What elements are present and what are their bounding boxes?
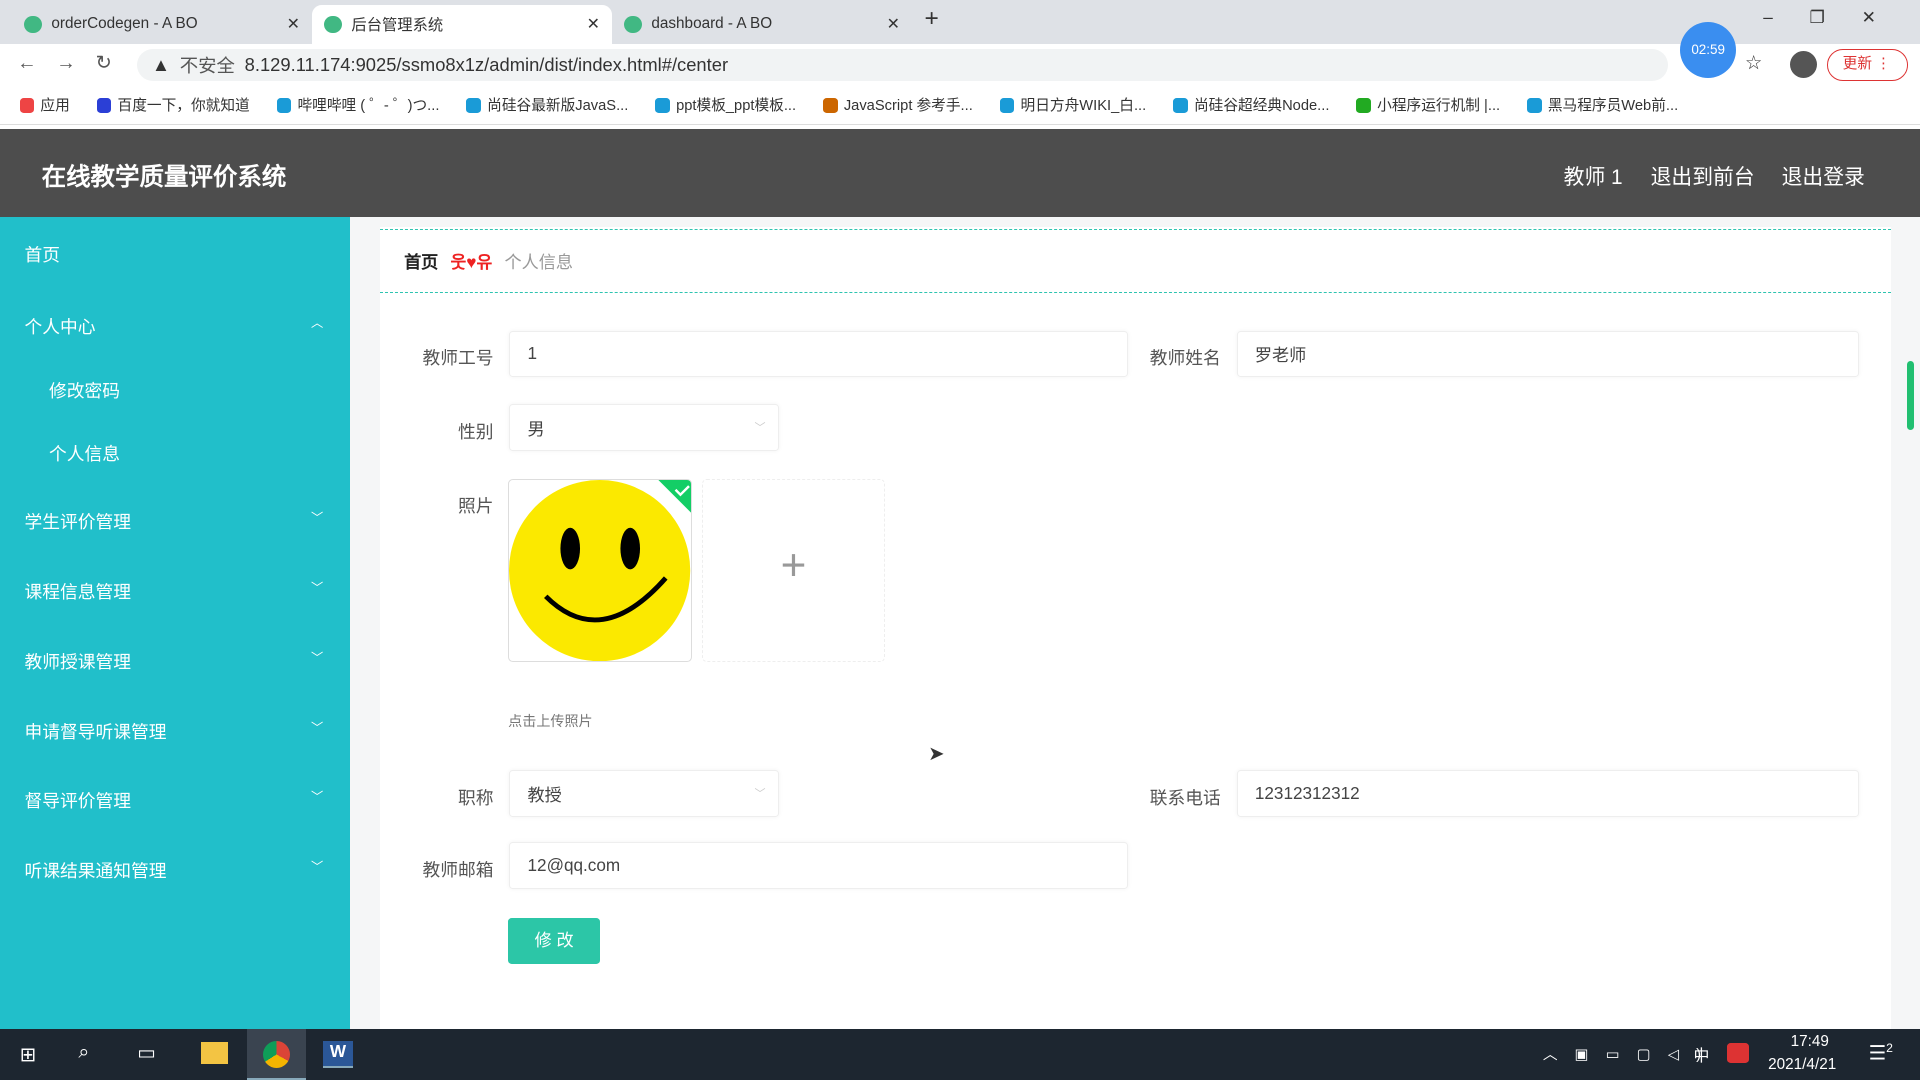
close-tab-icon[interactable]: ✕ (587, 14, 600, 34)
sidebar-item-student-eval[interactable]: 学生评价管理 ﹀ (0, 508, 350, 534)
title-label: 职称 (457, 787, 494, 808)
notification-icon[interactable]: ☰2 (1869, 1041, 1893, 1066)
bookmark[interactable]: 黑马程序员Web前... (1527, 94, 1678, 115)
upload-plus-button[interactable]: + (701, 478, 886, 663)
submit-button[interactable]: 修 改 (508, 918, 600, 964)
phone-input[interactable]: 12312312312 (1236, 770, 1859, 817)
phone-label: 联系电话 (1149, 787, 1221, 808)
chevron-up-icon: ︿ (311, 316, 324, 331)
breadcrumb: 首页 웃♥유 个人信息 (379, 228, 1891, 293)
timer-badge[interactable]: 02:59 (1680, 22, 1737, 79)
update-button[interactable]: 更新 ⋮ (1826, 48, 1908, 81)
title-select[interactable]: 教授 ﹀ (509, 770, 779, 817)
url-field[interactable]: ▲ 不安全 8.129.11.174:9025/ssmo8x1z/admin/dis… (137, 48, 1668, 81)
file-explorer-icon[interactable] (200, 1042, 228, 1065)
bookmark[interactable]: JavaScript 参考手... (823, 94, 973, 115)
app-header: 在线教学质量评价系统 教师 1 退出到前台 退出登录 (0, 128, 1920, 217)
breadcrumb-home[interactable]: 首页 (404, 248, 438, 273)
email-label: 教师邮箱 (422, 859, 494, 880)
breadcrumb-current: 个人信息 (504, 252, 573, 273)
system-tray-icons[interactable]: ︿▣▭▢◁) (1543, 1043, 1718, 1064)
user-name: 教师 1 (1563, 166, 1623, 190)
vue-icon (24, 15, 42, 34)
vue-icon (324, 15, 342, 34)
chevron-down-icon: ﹀ (754, 788, 766, 801)
mouse-cursor: ➤ (928, 743, 945, 766)
scrollbar-thumb[interactable] (1906, 361, 1914, 430)
front-link[interactable]: 退出到前台 (1651, 160, 1755, 190)
address-bar-row: ←→↻ ▲ 不安全 8.129.11.174:9025/ssmo8x1z/admin… (0, 22, 1920, 86)
close-tab-icon[interactable]: ✕ (887, 14, 900, 34)
nav-buttons[interactable]: ←→↻ (17, 51, 131, 75)
chevron-down-icon: ﹀ (311, 580, 324, 595)
sidebar-item-supervision-apply[interactable]: 申请督导听课管理 ﹀ (0, 718, 350, 744)
warning-icon: ▲ (151, 53, 170, 75)
sogou-icon[interactable] (1726, 1043, 1749, 1063)
photo-thumbnail[interactable] (508, 478, 692, 663)
teacher-name-input[interactable]: 罗老师 (1236, 330, 1859, 378)
logout-link[interactable]: 退出登录 (1782, 160, 1865, 190)
sidebar-item-change-password[interactable]: 修改密码 (0, 377, 350, 403)
url-text: 8.129.11.174:9025/ssmo8x1z/admin/dist/in… (244, 53, 729, 75)
bookmark[interactable]: 百度一下，你就知道 (96, 94, 250, 115)
teacher-name-label: 教师姓名 (1149, 348, 1221, 369)
bookmark[interactable]: ppt模板_ppt模板... (655, 94, 796, 115)
clock-time[interactable]: 17:49 (1785, 1033, 1834, 1051)
word-icon[interactable]: W (323, 1040, 353, 1068)
tab-ordercodegen[interactable]: orderCodegen - A BO ✕ (12, 5, 312, 44)
breadcrumb-separator: 웃♥유 (450, 252, 493, 273)
task-view-icon[interactable]: ▭ (137, 1041, 156, 1065)
browser-tab-bar: orderCodegen - A BO ✕ 后台管理系统 ✕ dashboard -… (0, 0, 1920, 45)
ime-indicator[interactable]: 中 (1693, 1043, 1709, 1066)
sidebar-item-personal-center[interactable]: 个人中心 ︿ (0, 313, 350, 339)
chevron-down-icon: ﹀ (311, 720, 324, 735)
teacher-id-label: 教师工号 (422, 348, 494, 369)
security-label: 不安全 (179, 54, 235, 76)
clock-date[interactable]: 2021/4/21 (1768, 1056, 1836, 1074)
sidebar-item-supervision-eval[interactable]: 督导评价管理 ﹀ (0, 787, 350, 813)
email-input[interactable]: 12@qq.com (509, 842, 1128, 889)
chevron-down-icon: ﹀ (311, 860, 324, 875)
photo-label: 照片 (457, 496, 494, 517)
bookmark[interactable]: 明日方舟WIKI_白... (999, 94, 1146, 115)
window-controls[interactable]: –❐✕ (1763, 7, 1912, 28)
sidebar-item-teaching[interactable]: 教师授课管理 ﹀ (0, 648, 350, 674)
bookmark[interactable]: 哔哩哔哩 ( ゜- ゜)つ... (276, 94, 439, 115)
app-title: 在线教学质量评价系统 (41, 163, 287, 191)
search-icon[interactable]: ⌕ (78, 1041, 89, 1064)
vue-icon (624, 15, 642, 34)
chrome-icon (263, 1040, 291, 1068)
star-icon[interactable]: ☆ (1745, 51, 1763, 75)
chevron-down-icon: ﹀ (754, 422, 766, 435)
chevron-down-icon: ﹀ (311, 650, 324, 665)
bookmark[interactable]: 尚硅谷超经典Node... (1173, 94, 1329, 115)
taskbar: ⊞ ⌕ ▭ W ︿▣▭▢◁) 中 17:49 2021/4/21 ☰2 (0, 1028, 1920, 1080)
tab-dashboard[interactable]: dashboard - A BO ✕ (612, 5, 912, 44)
windows-start-icon[interactable]: ⊞ (20, 1043, 36, 1067)
bookmarks-bar: 应用 百度一下，你就知道 哔哩哔哩 ( ゜- ゜)つ... 尚硅谷最新版Java… (0, 85, 1920, 125)
smiley-image (509, 479, 691, 661)
chevron-down-icon: ﹀ (311, 511, 324, 526)
photo-hint: 点击上传照片 (508, 713, 593, 730)
new-tab-button[interactable]: + (924, 5, 938, 33)
tab-admin[interactable]: 后台管理系统 ✕ (312, 4, 613, 45)
gender-label: 性别 (457, 421, 494, 442)
gender-select[interactable]: 男 ﹀ (509, 404, 779, 451)
bookmark[interactable]: 尚硅谷最新版JavaS... (466, 94, 628, 115)
chevron-down-icon: ﹀ (311, 790, 324, 805)
chrome-taskbar-button[interactable] (247, 1028, 307, 1080)
sidebar-item-personal-info[interactable]: 个人信息 (0, 440, 350, 466)
sidebar-item-course[interactable]: 课程信息管理 ﹀ (0, 578, 350, 604)
sidebar: 首页 个人中心 ︿ 修改密码 个人信息 学生评价管理 ﹀ 课程信息管理 ﹀ 教师授课管… (0, 216, 351, 1029)
teacher-id-input[interactable]: 1 (509, 330, 1128, 378)
sidebar-item-result-notice[interactable]: 听课结果通知管理 ﹀ (0, 857, 350, 883)
bookmark[interactable]: 应用 (19, 94, 70, 115)
sidebar-item-home[interactable]: 首页 (0, 241, 350, 267)
bookmark[interactable]: 小程序运行机制 |... (1356, 94, 1500, 115)
profile-icon[interactable] (1790, 51, 1818, 79)
close-tab-icon[interactable]: ✕ (287, 14, 300, 34)
